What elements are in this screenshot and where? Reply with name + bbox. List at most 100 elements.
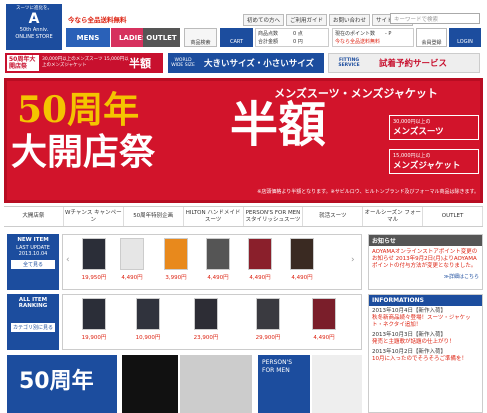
- shirt-banner[interactable]: [312, 355, 362, 413]
- product-image: [164, 238, 188, 270]
- product-card[interactable]: 19,900円: [79, 298, 109, 348]
- news-title: お知らせ: [369, 235, 482, 246]
- hero-half-price: 半額: [230, 97, 327, 153]
- special-banner[interactable]: [122, 355, 178, 413]
- promo-half-price[interactable]: 50周年大開店祭 30,000円以上のメンズスーツ 15,000円以上のメンズジ…: [5, 53, 163, 73]
- cart-summary: 商品点数 0 点 合計金額 0 円: [255, 28, 329, 47]
- promo3-badge: FITTING SERVICE: [338, 58, 360, 68]
- logo-mark: A: [28, 11, 40, 27]
- link-first-time[interactable]: 初めての方へ: [243, 14, 285, 26]
- point-free-shipping: 今なら全品送料無料: [335, 39, 381, 45]
- news-body[interactable]: AOYAMAオンラインストアポイント変更のお知らせ 2013年9月2日(月)より…: [369, 246, 482, 273]
- member-register-button[interactable]: 会員登録: [416, 28, 447, 47]
- point-count: 現在のポイント数 - P: [335, 31, 392, 37]
- link-contact[interactable]: お問い合わせ: [329, 14, 371, 26]
- prev-arrow-icon[interactable]: ‹: [66, 255, 70, 265]
- hero-suits-price: 30,000円以上の: [393, 119, 431, 125]
- category-nav: 大開店祭 Wチャンス キャンペーン 50周年特別企画 HILTON ハンドメイド…: [4, 206, 483, 227]
- hero-jacket-box: 15,000円以上の メンズジャケット: [389, 149, 479, 174]
- product-price: 19,900円: [81, 335, 107, 341]
- info-panel: INFORMATIONS 2013年10月4日【新作入荷】 秋冬新商品続々登場！ス…: [368, 294, 483, 413]
- product-image: [136, 298, 160, 330]
- login-button[interactable]: LOGIN: [449, 28, 481, 47]
- info-date: 2013年10月3日【新作入荷】: [372, 332, 446, 338]
- persons-banner[interactable]: PERSON'S FOR MEN: [258, 355, 310, 413]
- product-card[interactable]: 3,990円: [161, 238, 191, 288]
- product-image: [82, 238, 106, 270]
- product-price: 4,490円: [121, 275, 143, 281]
- promo-sizes[interactable]: WORLD WIDE SIZE 大きいサイズ・小さいサイズ: [168, 53, 324, 73]
- info-item[interactable]: 2013年10月3日【新作入荷】 発売と主題歌が話題の仕上がり！: [369, 330, 482, 347]
- product-card[interactable]: 4,490円: [245, 238, 275, 288]
- category-item[interactable]: 50周年特別企画: [124, 207, 184, 226]
- promo1-half: 半額: [129, 57, 151, 70]
- product-card[interactable]: 29,900円: [253, 298, 283, 348]
- product-image: [290, 238, 314, 270]
- product-price: 23,900円: [193, 335, 219, 341]
- product-price: 4,490円: [291, 275, 313, 281]
- news-more-link[interactable]: ≫詳細はこちら: [369, 273, 482, 280]
- info-text: 10月に入ったのでそろそろご準備を！: [372, 356, 467, 362]
- category-item[interactable]: オールシーズン フォーマル: [363, 207, 424, 226]
- logo-line2: ONLINE STORE: [15, 34, 53, 40]
- hero-50th: 50周年: [17, 89, 140, 131]
- search-input[interactable]: キーワードで検索: [390, 13, 480, 24]
- logo-line1: 50th Anniv.: [19, 27, 49, 33]
- product-search-button[interactable]: 商品検索: [184, 28, 217, 47]
- product-price: 10,900円: [135, 335, 161, 341]
- new-item-title: NEW ITEM: [17, 237, 49, 243]
- info-text: 秋冬新商品続々登場！スーツ・ジャケット・ネクタイ追加！: [372, 315, 471, 328]
- product-image: [256, 298, 280, 330]
- promo1-title: 50周年大開店祭: [7, 55, 39, 71]
- category-item[interactable]: HILTON ハンドメイドスーツ: [184, 207, 244, 226]
- product-card[interactable]: 4,490円: [309, 298, 339, 348]
- product-card[interactable]: 4,490円: [203, 238, 233, 288]
- product-price: 4,490円: [313, 335, 335, 341]
- promo2-title: 大きいサイズ・小さいサイズ: [204, 59, 314, 69]
- info-item[interactable]: 2013年10月2日【新作入荷】 10月に入ったのでそろそろご準備を！: [369, 347, 482, 364]
- hero-festival: 大開店祭: [11, 131, 156, 173]
- cart-button[interactable]: CART: [220, 28, 253, 47]
- product-price: 19,950円: [81, 275, 107, 281]
- hero-suits-label: メンズスーツ: [393, 127, 444, 137]
- info-title: INFORMATIONS: [369, 295, 482, 306]
- category-item[interactable]: 就活スーツ: [303, 207, 364, 226]
- hero-banner[interactable]: 50周年 大開店祭 メンズスーツ・メンズジャケット 半額 30,000円以上の …: [4, 78, 483, 203]
- category-item[interactable]: PERSON'S FOR MEN スタイリッシュスーツ: [244, 207, 304, 226]
- product-image: [194, 298, 218, 330]
- product-card[interactable]: 23,900円: [191, 298, 221, 348]
- tab-outlet[interactable]: OUTLET: [143, 28, 180, 47]
- product-price: 4,490円: [249, 275, 271, 281]
- product-card[interactable]: 19,950円: [79, 238, 109, 288]
- info-item[interactable]: 2013年10月4日【新作入荷】 秋冬新商品続々登場！スーツ・ジャケット・ネクタイ…: [369, 306, 482, 330]
- hero-suits-box: 30,000円以上の メンズスーツ: [389, 115, 479, 140]
- news-panel: お知らせ AOYAMAオンラインストアポイント変更のお知らせ 2013年9月2日…: [368, 234, 483, 290]
- by-category-button[interactable]: カテゴリ別に見る: [11, 323, 55, 332]
- product-card[interactable]: 4,490円: [117, 238, 147, 288]
- next-arrow-icon[interactable]: ›: [351, 255, 355, 265]
- category-item[interactable]: 大開店祭: [4, 207, 64, 226]
- product-price: 4,490円: [207, 275, 229, 281]
- product-card[interactable]: 4,490円: [287, 238, 317, 288]
- product-image: [120, 238, 144, 270]
- ranking-row: 19,900円 10,900円 23,900円 29,900円 4,490円: [62, 294, 362, 350]
- link-guide[interactable]: ご利用ガイド: [286, 14, 328, 26]
- product-image: [82, 298, 106, 330]
- logo-tagline: スーツに進化を。: [16, 6, 52, 11]
- product-image: [206, 238, 230, 270]
- category-item[interactable]: OUTLET: [423, 207, 483, 226]
- ranking-title: ALL ITEM RANKING: [18, 297, 48, 309]
- product-price: 3,990円: [165, 275, 187, 281]
- anniversary-banner[interactable]: 50周年: [7, 355, 117, 413]
- info-text: 発売と主題歌が話題の仕上がり！: [372, 339, 455, 345]
- product-card[interactable]: 10,900円: [133, 298, 163, 348]
- new-item-update: LAST UPDATE 2013.10.04: [16, 245, 50, 257]
- store-logo[interactable]: スーツに進化を。 A 50th Anniv. ONLINE STORE: [6, 4, 62, 50]
- model-banner[interactable]: [180, 355, 252, 413]
- tab-mens[interactable]: MENS: [66, 28, 110, 47]
- ranking-label: ALL ITEM RANKING カテゴリ別に見る: [7, 294, 59, 350]
- category-item[interactable]: Wチャンス キャンペーン: [64, 207, 124, 226]
- hero-jacket-price: 15,000円以上の: [393, 153, 431, 159]
- view-all-button[interactable]: 全て見る: [11, 260, 55, 269]
- promo-fitting[interactable]: FITTING SERVICE 試着予約サービス: [328, 53, 480, 73]
